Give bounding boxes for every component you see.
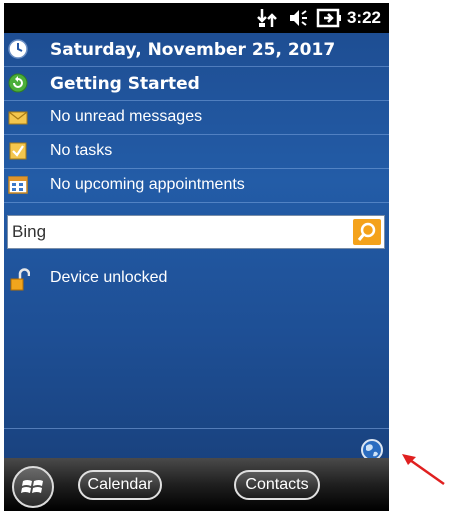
device-status-label: Device unlocked [50, 269, 168, 286]
task-checkbox-icon [9, 142, 27, 160]
clock[interactable]: 3:22 [347, 8, 381, 28]
getting-started-label: Getting Started [50, 74, 200, 94]
date-label: Saturday, November 25, 2017 [50, 40, 336, 60]
getting-started-icon [8, 73, 28, 93]
calendar-softkey-label: Calendar [87, 476, 153, 493]
tasks-row[interactable]: No tasks [4, 135, 389, 169]
status-bar: 3:22 [4, 3, 389, 33]
messages-label: No unread messages [50, 108, 203, 125]
contacts-softkey[interactable]: Contacts [234, 470, 320, 500]
contacts-softkey-label: Contacts [245, 476, 309, 493]
taskbar: Calendar Contacts [4, 458, 389, 511]
clock-icon [8, 39, 28, 59]
appointments-row[interactable]: No upcoming appointments [4, 169, 389, 203]
network-sync-icon[interactable] [256, 7, 280, 29]
annotation-arrow [402, 454, 445, 486]
tasks-label: No tasks [50, 142, 113, 159]
start-button[interactable] [12, 466, 54, 508]
battery-plug-icon[interactable] [316, 7, 342, 29]
device-lock-row[interactable]: Device unlocked [4, 265, 389, 295]
windows-logo-icon [21, 480, 43, 493]
appointments-label: No upcoming appointments [50, 176, 245, 193]
calendar-softkey[interactable]: Calendar [78, 470, 162, 500]
calendar-icon [8, 176, 28, 194]
envelope-icon [8, 111, 28, 125]
search-input[interactable]: Bing [12, 222, 46, 242]
search-icon [357, 222, 376, 241]
messages-row[interactable]: No unread messages [4, 101, 389, 135]
phone-screen: 3:22 Saturday, November 25, 2017 Getting… [4, 3, 389, 511]
date-row[interactable]: Saturday, November 25, 2017 [4, 33, 389, 67]
unlocked-padlock-icon [10, 268, 30, 291]
getting-started-row[interactable]: Getting Started [4, 67, 389, 101]
speaker-icon[interactable] [287, 7, 311, 29]
divider [4, 428, 389, 429]
search-button[interactable] [353, 219, 381, 245]
bing-search-box[interactable]: Bing [7, 215, 385, 249]
